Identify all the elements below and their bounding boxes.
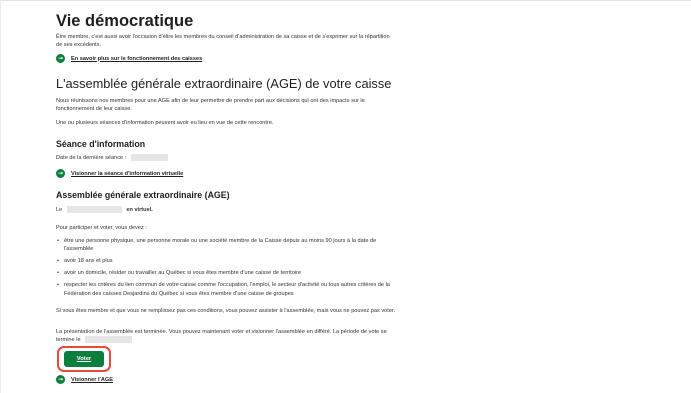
top-divider — [0, 0, 691, 1]
eligibility-criteria-list: être une personne physique, une personne… — [56, 237, 396, 302]
vote-button-highlight: Voter — [57, 346, 111, 372]
not-eligible-notice: Si vous êtes membre et que vous ne rempl… — [56, 308, 396, 314]
link-seance-video-label[interactable]: Visionner la séance d'information virtue… — [71, 171, 183, 177]
last-seance-date: Date de la dernière séance : — [56, 154, 396, 162]
redacted-vote-end-date — [85, 336, 133, 344]
redacted-assembly-date — [66, 206, 122, 214]
link-seance-video[interactable]: → Visionner la séance d'information virt… — [56, 169, 183, 178]
arrow-right-circle-icon: → — [56, 169, 65, 178]
page-title: Vie démocratique — [56, 12, 194, 30]
redacted-date — [130, 154, 168, 162]
age-paragraph-1: Nous réunissons nos membres pour une AGE… — [56, 98, 365, 113]
assembly-finished-notice: La présentation de l'assemblée est termi… — [56, 328, 396, 345]
intro-text: Être membre, c'est aussi avoir l'occasio… — [56, 34, 390, 49]
link-watch-age[interactable]: → Visionner l'AGE — [56, 375, 113, 384]
arrow-right-circle-icon: → — [56, 54, 65, 63]
criterion-item: avoir un domicile, résider ou travailler… — [56, 269, 396, 278]
arrow-right-circle-icon: → — [56, 375, 65, 384]
criterion-item: avoir 18 ans et plus — [56, 257, 396, 266]
assembly-heading: Assemblée générale extraordinaire (AGE) — [56, 190, 230, 200]
left-divider — [0, 0, 1, 393]
age-paragraph-2: Une ou plusieurs séances d'information p… — [56, 120, 274, 126]
last-seance-date-label: Date de la dernière séance : — [56, 155, 127, 161]
age-heading: L'assemblée générale extraordinaire (AGE… — [56, 76, 392, 91]
seance-heading: Séance d'information — [56, 139, 146, 149]
criterion-item: respecter les critères du lien commun de… — [56, 281, 396, 298]
assembly-date-prefix: Le — [56, 207, 63, 213]
criterion-item: être une personne physique, une personne… — [56, 237, 396, 254]
link-watch-age-label[interactable]: Visionner l'AGE — [71, 377, 113, 383]
link-functioning-label[interactable]: En savoir plus sur le fonctionnement des… — [71, 56, 202, 62]
vote-button[interactable]: Voter — [64, 351, 104, 367]
assembly-date-line: Le en virtuel. — [56, 206, 396, 214]
assembly-mode: en virtuel. — [126, 207, 153, 213]
link-functioning[interactable]: → En savoir plus sur le fonctionnement d… — [56, 54, 202, 63]
eligibility-intro: Pour participer et voter, vous devez : — [56, 225, 147, 231]
